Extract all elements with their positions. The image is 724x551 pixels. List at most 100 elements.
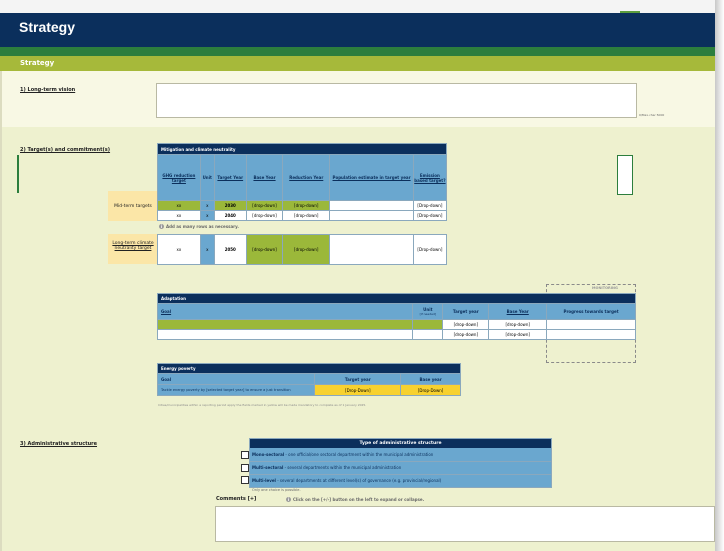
- option-bold: Multi-level: [252, 478, 276, 483]
- multi-level-checkbox[interactable]: [241, 476, 249, 484]
- energy-header: Base year: [400, 373, 461, 385]
- monitoring-label: MONITORING: [592, 286, 618, 290]
- spreadsheet-window: Strategy Strategy 1) Long-term vision 0/…: [0, 0, 715, 551]
- base-year-dropdown[interactable]: [drop-down]: [245, 200, 284, 211]
- target-year-dropdown[interactable]: [drop-down]: [442, 329, 490, 340]
- admin-option-2[interactable]: Multi-sectoral - several departments wit…: [250, 462, 551, 475]
- goal-cell[interactable]: [156, 329, 414, 340]
- option-text: - several departments within the municip…: [283, 465, 402, 470]
- progress-cell[interactable]: [546, 329, 636, 340]
- reduction-year-dropdown[interactable]: [drop-down]: [282, 234, 331, 265]
- admin-structure-panel: Type of administrative structure Mono-se…: [249, 438, 552, 488]
- goal-cell[interactable]: [156, 319, 414, 330]
- only-one-hint: Only one choice is possible.: [252, 488, 301, 492]
- mono-sectoral-checkbox[interactable]: [241, 451, 249, 459]
- energy-poverty-table: Energy poverty Goal Target year Base yea…: [156, 363, 461, 396]
- option-bold: Multi-sectoral: [252, 465, 284, 470]
- add-rows-hint: i Add as many rows as necessary.: [159, 224, 239, 229]
- option-bold: Mono-sectoral: [252, 452, 285, 457]
- adaptation-header: Goal: [156, 303, 414, 320]
- unit-cell[interactable]: x: [199, 210, 215, 221]
- window-shadow: [715, 0, 724, 551]
- energy-header: Goal: [156, 373, 316, 385]
- mitigation-header: Reduction Year: [282, 154, 331, 201]
- table-row: xx x 2040 [drop-down] [drop-down] [Drop-…: [157, 210, 448, 221]
- section-bar: [0, 56, 715, 71]
- top-strip: [0, 0, 715, 13]
- energy-goal-cell: Tackle energy poverty by [selected targe…: [156, 384, 316, 396]
- page-title: Strategy: [19, 19, 76, 35]
- section-bar-label: Strategy: [20, 59, 55, 67]
- adaptation-title: Adaptation: [157, 293, 636, 304]
- table-row: [drop-down] [drop-down]: [156, 319, 636, 330]
- comments-label[interactable]: Comments [+]: [216, 496, 256, 502]
- side-marker-box: [617, 155, 633, 195]
- ghg-value-cell[interactable]: xx: [157, 234, 201, 265]
- reduction-year-dropdown[interactable]: [drop-down]: [282, 200, 331, 211]
- comments-input[interactable]: [215, 506, 715, 542]
- target-year-dropdown[interactable]: [drop-down]: [442, 319, 490, 330]
- mitigation-header: Target Year: [213, 154, 247, 201]
- adaptation-header: Target year: [442, 303, 490, 320]
- section-2-text: 2) Target(s) and commitment(s): [20, 147, 111, 153]
- long-term-table: xx x 2050 [drop-down] [drop-down] [Drop-…: [157, 234, 448, 265]
- ghg-value-cell[interactable]: xx: [157, 200, 201, 211]
- energy-title: Energy poverty: [157, 363, 461, 374]
- mid-term-label: Mid-term targets: [114, 204, 152, 209]
- info-icon: i: [159, 224, 164, 229]
- base-year-dropdown[interactable]: [drop-down]: [488, 329, 548, 340]
- ghg-value-cell[interactable]: xx: [157, 210, 201, 221]
- title-banner: [0, 13, 715, 47]
- target-year-cell[interactable]: 2030: [213, 200, 247, 211]
- mitigation-header: Base Year: [245, 154, 284, 201]
- section-3-text: 3) Administrative structure: [20, 441, 98, 447]
- emission-dropdown[interactable]: [Drop-down]: [412, 200, 448, 211]
- population-cell[interactable]: [329, 210, 414, 221]
- reduction-year-dropdown[interactable]: [drop-down]: [282, 210, 331, 221]
- base-year-dropdown[interactable]: [drop-down]: [245, 210, 284, 221]
- base-year-dropdown[interactable]: [drop-down]: [488, 319, 548, 330]
- table-row: Tackle energy poverty by [selected targe…: [156, 384, 461, 396]
- target-year-cell[interactable]: 2040: [213, 210, 247, 221]
- gutter-marker: [17, 155, 19, 193]
- vision-input[interactable]: [156, 83, 637, 118]
- emission-dropdown[interactable]: [Drop-down]: [412, 210, 448, 221]
- unit-cell[interactable]: x: [199, 200, 215, 211]
- unit-cell[interactable]: [412, 319, 444, 330]
- energy-base-dropdown[interactable]: [Drop-Down]: [400, 384, 461, 396]
- admin-option-1[interactable]: Mono-sectoral - one official/one sectora…: [250, 448, 551, 462]
- add-rows-text: Add as many rows as necessary.: [166, 224, 239, 229]
- adaptation-header-unit: Unit [if needed]: [412, 303, 444, 320]
- unit-subheader: [if needed]: [419, 312, 437, 316]
- population-cell[interactable]: [329, 234, 414, 265]
- unit-cell[interactable]: x: [199, 234, 215, 265]
- vision-char-counter: 0/Max.char 5000: [639, 113, 665, 117]
- population-cell[interactable]: [329, 200, 414, 211]
- multi-sectoral-checkbox[interactable]: [241, 464, 249, 472]
- mitigation-header: Population estimate in target year: [329, 154, 414, 201]
- table-row: xx x 2030 [drop-down] [drop-down] [Drop-…: [157, 200, 448, 211]
- progress-cell[interactable]: [546, 319, 636, 330]
- energy-note: Cities/municipalities within a reporting…: [158, 403, 367, 407]
- mitigation-header: GHG reduction target: [157, 154, 201, 201]
- energy-header: Target year: [314, 373, 402, 385]
- section-2-label: 2) Target(s) and commitment(s): [20, 147, 110, 153]
- mitigation-title: Mitigation and climate neutrality: [157, 143, 447, 155]
- target-year-cell[interactable]: 2050: [213, 234, 247, 265]
- row-gutter: [0, 71, 2, 551]
- base-year-dropdown[interactable]: [drop-down]: [245, 234, 284, 265]
- section-1-label: 1) Long-term vision: [20, 87, 75, 93]
- section-1-text: 1) Long-term vision: [20, 87, 76, 93]
- admin-title: Type of administrative structure: [250, 439, 551, 448]
- comments-hint-text: Click on the [+/-] button on the left to…: [293, 497, 425, 502]
- adaptation-header: Base Year: [488, 303, 548, 320]
- adaptation-table: Adaptation Goal Unit [if needed] Target …: [156, 293, 636, 340]
- energy-target-dropdown[interactable]: [Drop-Down]: [314, 384, 402, 396]
- unit-cell[interactable]: [412, 329, 444, 340]
- emission-dropdown[interactable]: [Drop-down]: [412, 234, 448, 265]
- long-term-label: Long-term climate neutrality target: [112, 241, 154, 251]
- option-text: - several departments at different level…: [275, 478, 442, 483]
- mitigation-header: Unit: [199, 154, 215, 201]
- comments-hint: i Click on the [+/-] button on the left t…: [286, 497, 424, 502]
- admin-option-3[interactable]: Multi-level - several departments at dif…: [250, 475, 551, 487]
